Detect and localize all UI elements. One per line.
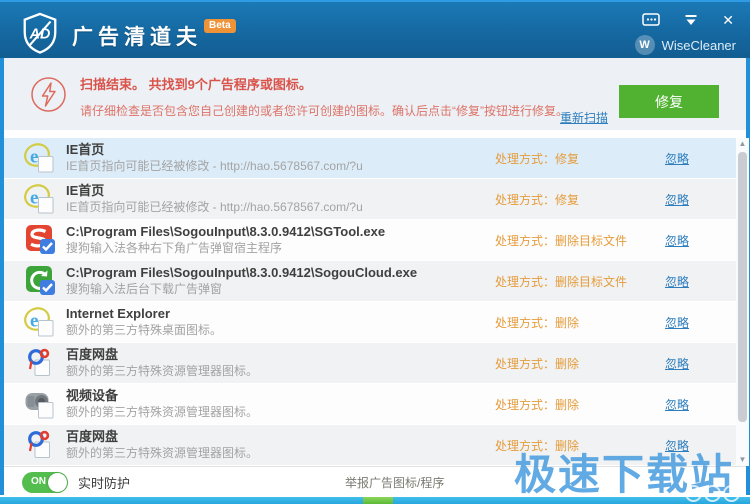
row-action-method: 处理方式：删除 [495, 396, 579, 413]
fix-button[interactable]: 修复 [619, 85, 719, 118]
baidu-pan-icon [24, 347, 56, 379]
row-title: 视频设备 [66, 388, 258, 404]
row-texts: IE首页 IE首页指向可能已经被修改 - http://hao.5678567.… [66, 142, 363, 174]
row-texts: IE首页 IE首页指向可能已经被修改 - http://hao.5678567.… [66, 183, 363, 215]
row-title: C:\Program Files\SogouInput\8.3.0.9412\S… [66, 265, 417, 281]
row-texts: Internet Explorer 额外的第三方特殊桌面图标。 [66, 306, 222, 338]
video-device-icon [24, 388, 56, 420]
row-ignore-link[interactable]: 忽略 [665, 437, 689, 454]
list-item[interactable]: C:\Program Files\SogouInput\8.3.0.9412\S… [4, 220, 746, 261]
window-bottom-edge [0, 497, 750, 504]
row-description: IE首页指向可能已经被修改 - http://hao.5678567.com/?… [66, 159, 363, 174]
row-description: 额外的第三方特殊资源管理器图标。 [66, 405, 258, 420]
row-ignore-link[interactable]: 忽略 [665, 191, 689, 208]
toggle-state-label: ON [31, 476, 46, 487]
row-texts: C:\Program Files\SogouInput\8.3.0.9412\S… [66, 265, 417, 297]
row-title: C:\Program Files\SogouInput\8.3.0.9412\S… [66, 224, 385, 240]
svg-text:e: e [30, 311, 38, 332]
brand-name: WiseCleaner [662, 38, 736, 53]
ie-icon: e [24, 183, 56, 215]
ad-list: e IE首页 IE首页指向可能已经被修改 - http://hao.567856… [4, 138, 746, 466]
banner-text: 扫描结束。 共找到9个广告程序或图标。 请仔细检查是否包含您自己创建的或者您许可… [80, 74, 568, 119]
ie-icon: e [24, 142, 56, 174]
row-ignore-link[interactable]: 忽略 [665, 150, 689, 167]
baidu-pan-icon [24, 429, 56, 461]
row-action-method: 处理方式：删除 [495, 437, 579, 454]
app-logo: AD 广告清道夫 Beta [20, 12, 236, 59]
row-action-method: 处理方式：修复 [495, 191, 579, 208]
row-title: IE首页 [66, 183, 363, 199]
protection-label: 实时防护 [78, 473, 130, 492]
scan-hint: 请仔细检查是否包含您自己创建的或者您许可创建的图标。确认后点击“修复”按钮进行修… [80, 102, 568, 119]
row-action-method: 处理方式：删除目标文件 [495, 232, 627, 249]
lightning-scan-icon [30, 76, 67, 118]
row-action-method: 处理方式：删除 [495, 314, 579, 331]
list-item[interactable]: C:\Program Files\SogouInput\8.3.0.9412\S… [4, 261, 746, 302]
window-content: 扫描结束。 共找到9个广告程序或图标。 请仔细检查是否包含您自己创建的或者您许可… [0, 58, 750, 495]
row-description: 额外的第三方特殊资源管理器图标。 [66, 364, 258, 379]
row-title: 百度网盘 [66, 429, 258, 445]
minimize-to-tray-icon[interactable] [684, 12, 698, 28]
ie-icon: e [24, 306, 56, 338]
row-title: 百度网盘 [66, 347, 258, 363]
feedback-icon[interactable] [642, 12, 660, 28]
list-item[interactable]: 百度网盘 额外的第三方特殊资源管理器图标。 处理方式：删除 忽略 [4, 425, 746, 466]
row-texts: 百度网盘 额外的第三方特殊资源管理器图标。 [66, 429, 258, 461]
row-action-method: 处理方式：删除目标文件 [495, 273, 627, 290]
window-controls: ✕ [642, 12, 734, 28]
list-item[interactable]: e IE首页 IE首页指向可能已经被修改 - http://hao.567856… [4, 179, 746, 220]
app-title: 广告清道夫 [72, 21, 202, 51]
list-item[interactable]: 百度网盘 额外的第三方特殊资源管理器图标。 处理方式：删除 忽略 [4, 343, 746, 384]
shield-ad-logo-icon: AD [20, 12, 60, 59]
list-item[interactable]: 视频设备 额外的第三方特殊资源管理器图标。 处理方式：删除 忽略 [4, 384, 746, 425]
row-ignore-link[interactable]: 忽略 [665, 273, 689, 290]
scrollbar-thumb[interactable] [738, 152, 747, 422]
close-icon[interactable]: ✕ [722, 12, 734, 28]
toggle-knob [48, 473, 67, 492]
list-item[interactable]: e Internet Explorer 额外的第三方特殊桌面图标。 处理方式：删… [4, 302, 746, 343]
titlebar: AD 广告清道夫 Beta ✕ W [0, 0, 750, 58]
rescan-link[interactable]: 重新扫描 [560, 109, 608, 126]
wisecleaner-logo-icon: W [635, 35, 655, 55]
desktop-sliver [363, 497, 393, 504]
row-texts: 百度网盘 额外的第三方特殊资源管理器图标。 [66, 347, 258, 379]
row-texts: C:\Program Files\SogouInput\8.3.0.9412\S… [66, 224, 385, 256]
row-ignore-link[interactable]: 忽略 [665, 314, 689, 331]
ad-cleaner-window: AD 广告清道夫 Beta ✕ W [0, 0, 750, 504]
svg-text:e: e [30, 188, 38, 209]
report-ad-link[interactable]: 举报广告图标/程序 [345, 474, 444, 491]
scroll-down-icon[interactable]: ▼ [736, 454, 749, 466]
wisecleaner-brand: W WiseCleaner [635, 35, 736, 55]
beta-badge: Beta [204, 19, 236, 33]
svg-text:e: e [30, 147, 38, 168]
row-description: IE首页指向可能已经被修改 - http://hao.5678567.com/?… [66, 200, 363, 215]
row-title: IE首页 [66, 142, 363, 158]
list-item[interactable]: e IE首页 IE首页指向可能已经被修改 - http://hao.567856… [4, 138, 746, 179]
row-title: Internet Explorer [66, 306, 222, 322]
row-description: 搜狗输入法后台下载广告弹窗 [66, 282, 417, 297]
sogou-input-icon [24, 224, 56, 256]
row-ignore-link[interactable]: 忽略 [665, 396, 689, 413]
scan-summary: 扫描结束。 共找到9个广告程序或图标。 [80, 74, 568, 93]
row-description: 搜狗输入法各种右下角广告弹窗宿主程序 [66, 241, 385, 256]
list-scrollbar[interactable]: ▲ ▼ [736, 138, 749, 466]
scan-result-banner: 扫描结束。 共找到9个广告程序或图标。 请仔细检查是否包含您自己创建的或者您许可… [4, 58, 746, 130]
row-description: 额外的第三方特殊桌面图标。 [66, 323, 222, 338]
scroll-up-icon[interactable]: ▲ [736, 138, 749, 150]
realtime-protection-toggle[interactable]: ON [22, 472, 68, 493]
sogou-cloud-icon [24, 265, 56, 297]
row-texts: 视频设备 额外的第三方特殊资源管理器图标。 [66, 388, 258, 420]
row-description: 额外的第三方特殊资源管理器图标。 [66, 446, 258, 461]
row-ignore-link[interactable]: 忽略 [665, 355, 689, 372]
row-action-method: 处理方式：修复 [495, 150, 579, 167]
row-action-method: 处理方式：删除 [495, 355, 579, 372]
bottombar: ON 实时防护 举报广告图标/程序 [4, 466, 746, 497]
row-ignore-link[interactable]: 忽略 [665, 232, 689, 249]
